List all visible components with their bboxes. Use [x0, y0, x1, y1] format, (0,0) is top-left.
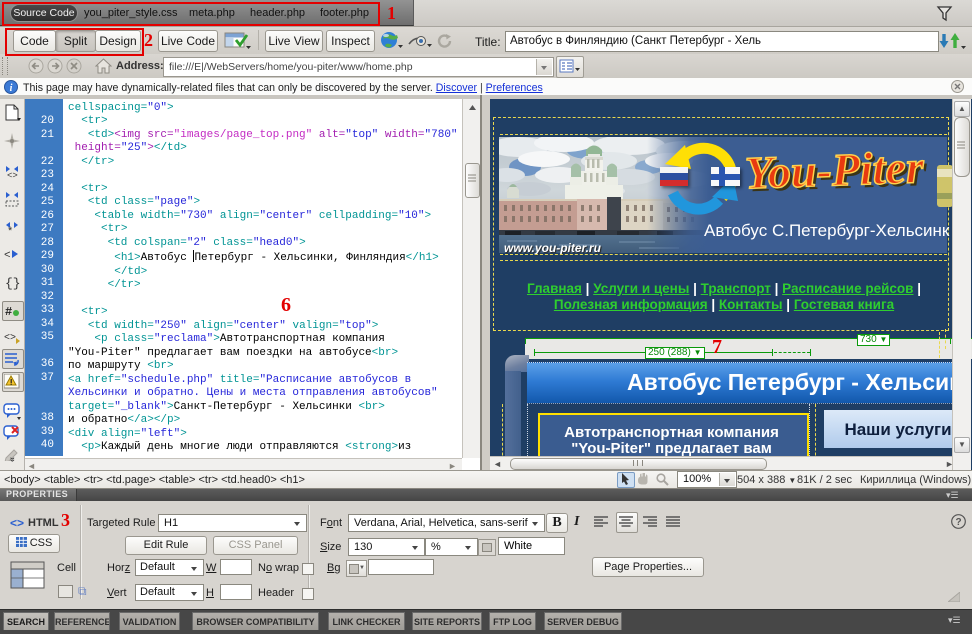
svg-text:<: <	[4, 250, 11, 262]
svg-text:<>: <>	[4, 333, 16, 344]
svg-text:*: *	[8, 225, 13, 235]
svg-text:<>: <>	[7, 171, 18, 179]
svg-text:i: i	[10, 83, 13, 94]
svg-text:#: #	[5, 305, 12, 318]
svg-text:{}: {}	[5, 276, 20, 290]
svg-text:?: ?	[955, 517, 961, 528]
